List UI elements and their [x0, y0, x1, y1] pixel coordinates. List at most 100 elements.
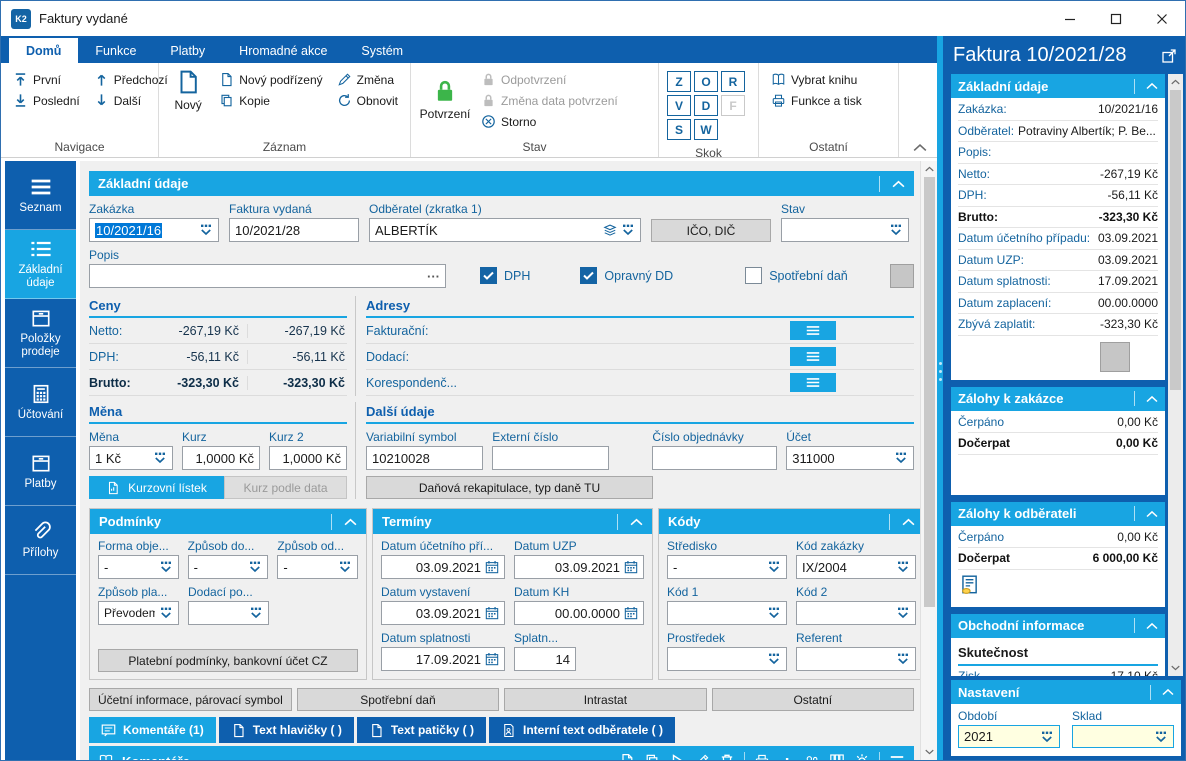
- sidebar-item-prilohy[interactable]: Přílohy: [5, 506, 76, 575]
- tab-text-paticky[interactable]: Text patičky ( ): [356, 717, 486, 743]
- dropdown-icon[interactable]: [896, 606, 910, 620]
- zpusob-odberu-field[interactable]: -: [277, 555, 359, 579]
- jump-key-z[interactable]: Z: [667, 71, 691, 92]
- referent-field[interactable]: [796, 647, 916, 671]
- cislo-objednavky-field[interactable]: [652, 446, 778, 470]
- minimize-button[interactable]: [1047, 1, 1093, 36]
- jump-key-v[interactable]: V: [667, 95, 691, 116]
- sidebar-item-platby[interactable]: Platby: [5, 437, 76, 506]
- dropdown-icon[interactable]: [159, 560, 173, 574]
- sklad-field[interactable]: [1072, 725, 1174, 748]
- collapse-section-button[interactable]: [1134, 78, 1158, 94]
- tab-system[interactable]: Systém: [344, 38, 420, 63]
- jump-key-w[interactable]: W: [694, 119, 718, 140]
- sidebar-item-polozky-prodeje[interactable]: Položky prodeje: [5, 299, 76, 368]
- change-button[interactable]: Změna: [331, 69, 404, 90]
- confirm-button[interactable]: Potvrzení: [417, 67, 473, 132]
- dropdown-icon[interactable]: [767, 606, 781, 620]
- forma-objednani-field[interactable]: -: [98, 555, 179, 579]
- jump-key-f[interactable]: F: [721, 95, 745, 116]
- prostredek-field[interactable]: [667, 647, 787, 671]
- unconfirm-button[interactable]: Odpotvrzení: [475, 69, 624, 90]
- dropdown-icon[interactable]: [621, 223, 635, 237]
- more-icon[interactable]: ···: [427, 269, 440, 284]
- dropdown-icon[interactable]: [338, 560, 352, 574]
- print-icon[interactable]: [754, 753, 770, 760]
- collapse-section-button[interactable]: [1134, 391, 1158, 406]
- dropdown-icon[interactable]: [767, 652, 781, 666]
- scroll-up-icon[interactable]: [1168, 74, 1183, 90]
- opravny-dd-checkbox[interactable]: Opravný DD: [580, 267, 673, 284]
- datum-vystaveni-field[interactable]: 03.09.2021: [381, 601, 505, 625]
- scrollbar-thumb[interactable]: [923, 177, 935, 607]
- collapse-section-button[interactable]: [331, 513, 357, 530]
- obdobi-field[interactable]: 2021: [958, 725, 1060, 748]
- scrollbar-thumb[interactable]: [1170, 90, 1181, 390]
- variabilni-symbol-field[interactable]: 10210028: [366, 446, 484, 470]
- main-scrollbar[interactable]: [920, 161, 937, 760]
- odberatel-field[interactable]: ALBERTÍK: [369, 218, 641, 242]
- run-icon[interactable]: [669, 753, 685, 760]
- kurz-podle-data-button[interactable]: Kurz podle data: [224, 476, 347, 499]
- group-icon[interactable]: [804, 753, 820, 760]
- dropdown-icon[interactable]: [767, 560, 781, 574]
- sidebar-item-seznam[interactable]: Seznam: [5, 161, 76, 230]
- kurzovni-listek-button[interactable]: Kurzovní lístek: [89, 476, 224, 499]
- tab-domu[interactable]: Domů: [9, 38, 79, 63]
- functions-print-button[interactable]: Funkce a tisk: [765, 90, 892, 111]
- tab-komentare[interactable]: Komentáře (1): [89, 717, 216, 743]
- new-icon[interactable]: [619, 753, 635, 760]
- first-button[interactable]: První: [7, 69, 86, 90]
- collapse-section-button[interactable]: [1134, 618, 1158, 633]
- datum-kh-field[interactable]: 00.00.0000: [514, 601, 644, 625]
- collapse-section-button[interactable]: [879, 175, 905, 192]
- dropdown-icon[interactable]: [889, 223, 903, 237]
- calendar-icon[interactable]: [485, 606, 499, 620]
- dropdown-icon[interactable]: [153, 451, 167, 465]
- tab-funkce[interactable]: Funkce: [78, 38, 153, 63]
- change-confirm-date-button[interactable]: Změna data potvrzení: [475, 90, 624, 111]
- kod2-field[interactable]: [796, 601, 916, 625]
- jump-key-d[interactable]: D: [694, 95, 718, 116]
- datum-splatnosti-field[interactable]: 17.09.2021: [381, 647, 505, 671]
- stav-field[interactable]: [781, 218, 909, 242]
- dropdown-icon[interactable]: [199, 223, 213, 237]
- faktura-field[interactable]: 10/2021/28: [229, 218, 359, 242]
- jump-key-s[interactable]: S: [667, 119, 691, 140]
- zakazka-field[interactable]: 10/2021/16: [89, 218, 219, 242]
- panel-scrollbar[interactable]: [1168, 74, 1183, 676]
- mena-field[interactable]: 1 Kč: [89, 446, 173, 470]
- layers-icon[interactable]: [603, 223, 617, 237]
- intrastat-button[interactable]: Intrastat: [504, 688, 707, 711]
- kurz-field[interactable]: 1,0000 Kč: [182, 446, 260, 470]
- address-menu-button[interactable]: [790, 373, 836, 392]
- open-external-icon[interactable]: [1161, 48, 1177, 64]
- settings-icon[interactable]: [854, 753, 870, 760]
- storno-button[interactable]: Storno: [475, 111, 624, 132]
- advance-invoice-icon[interactable]: [958, 574, 980, 596]
- new-sub-button[interactable]: Nový podřízený: [213, 69, 328, 90]
- columns-icon[interactable]: [829, 753, 845, 760]
- kod1-field[interactable]: [667, 601, 787, 625]
- zpusob-dopravy-field[interactable]: -: [187, 555, 269, 579]
- sidebar-item-zakladni-udaje[interactable]: Základní údaje: [5, 230, 76, 299]
- dropdown-icon[interactable]: [249, 606, 263, 620]
- dph-checkbox[interactable]: DPH: [480, 267, 530, 284]
- spotrebni-dan-button[interactable]: Spotřební daň: [296, 688, 500, 711]
- datum-uzp-field[interactable]: 03.09.2021: [514, 555, 644, 579]
- stredisko-field[interactable]: -: [667, 555, 787, 579]
- collapse-section-button[interactable]: [1134, 506, 1158, 521]
- kurz2-field[interactable]: 1,0000 Kč: [269, 446, 347, 470]
- scroll-down-icon[interactable]: [922, 744, 937, 760]
- address-menu-button[interactable]: [790, 321, 836, 340]
- ico-dic-button[interactable]: IČO, DIČ: [651, 219, 771, 242]
- last-button[interactable]: Poslední: [7, 90, 86, 111]
- danova-rekapitulace-button[interactable]: Daňová rekapitulace, typ daně TU: [366, 476, 653, 499]
- ucet-field[interactable]: 311000: [786, 446, 914, 470]
- copy-icon[interactable]: [644, 753, 660, 760]
- tab-platby[interactable]: Platby: [153, 38, 222, 63]
- calendar-icon[interactable]: [624, 606, 638, 620]
- sidebar-item-uctovani[interactable]: Účtování: [5, 368, 76, 437]
- platebni-podminky-button[interactable]: Platební podmínky, bankovní účet CZ: [98, 649, 358, 672]
- dropdown-icon[interactable]: [1154, 730, 1168, 744]
